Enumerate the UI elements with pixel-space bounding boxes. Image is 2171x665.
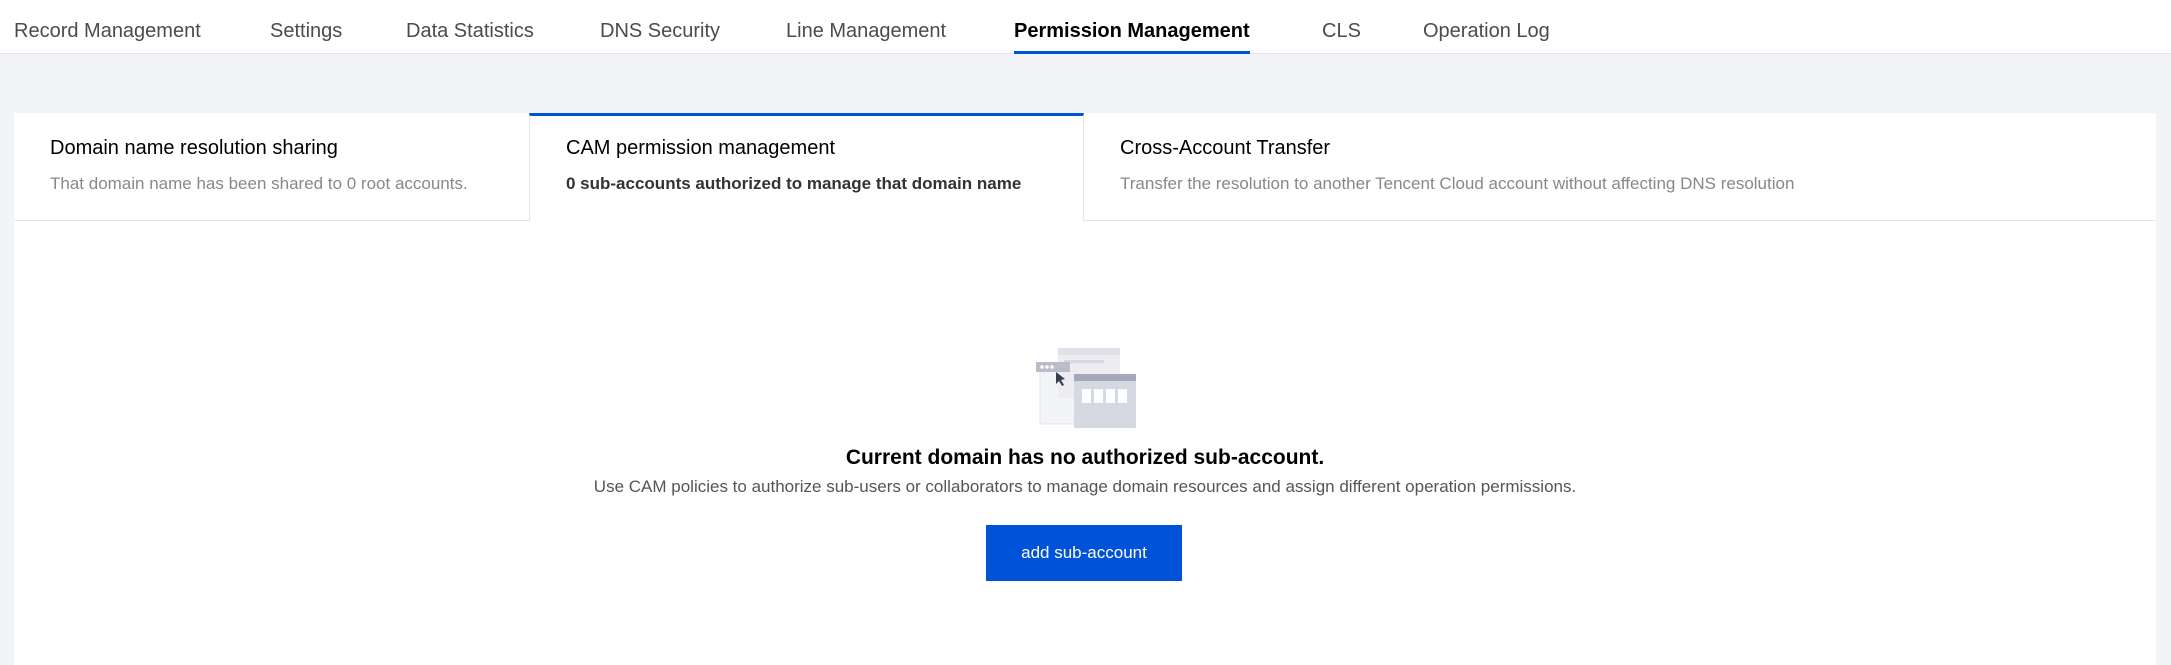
- subtab-cam-permission[interactable]: CAM permission management 0 sub-accounts…: [529, 113, 1084, 221]
- subtab-desc: That domain name has been shared to 0 ro…: [50, 174, 468, 193]
- empty-state-description: Use CAM policies to authorize sub-users …: [593, 477, 1577, 496]
- subtab-domain-sharing[interactable]: Domain name resolution sharing That doma…: [14, 113, 529, 221]
- tab-line-management[interactable]: Line Management: [786, 0, 946, 54]
- add-sub-account-button[interactable]: add sub-account: [986, 525, 1182, 581]
- top-tab-bar: Record Management Settings Data Statisti…: [0, 0, 2171, 54]
- tab-dns-security[interactable]: DNS Security: [600, 0, 720, 54]
- tab-settings[interactable]: Settings: [270, 0, 342, 54]
- empty-state-title: Current domain has no authorized sub-acc…: [845, 446, 1325, 469]
- tab-data-statistics[interactable]: Data Statistics: [406, 0, 534, 54]
- subtab-title: Cross-Account Transfer: [1120, 137, 1331, 159]
- tab-operation-log[interactable]: Operation Log: [1423, 0, 1550, 54]
- sub-tab-bar: Domain name resolution sharing That doma…: [14, 113, 2156, 221]
- subtab-title: CAM permission management: [566, 137, 835, 159]
- empty-windows-illustration: [1036, 348, 1136, 428]
- subtab-cross-account-transfer[interactable]: Cross-Account Transfer Transfer the reso…: [1084, 113, 2156, 221]
- tab-cls[interactable]: CLS: [1322, 0, 1361, 54]
- permission-card: Domain name resolution sharing That doma…: [14, 113, 2156, 665]
- tab-record-management[interactable]: Record Management: [14, 0, 201, 54]
- subtab-desc: Transfer the resolution to another Tence…: [1120, 174, 1795, 193]
- subtab-desc: 0 sub-accounts authorized to manage that…: [566, 174, 1022, 193]
- tab-permission-management[interactable]: Permission Management: [1014, 0, 1250, 54]
- subtab-title: Domain name resolution sharing: [50, 137, 338, 159]
